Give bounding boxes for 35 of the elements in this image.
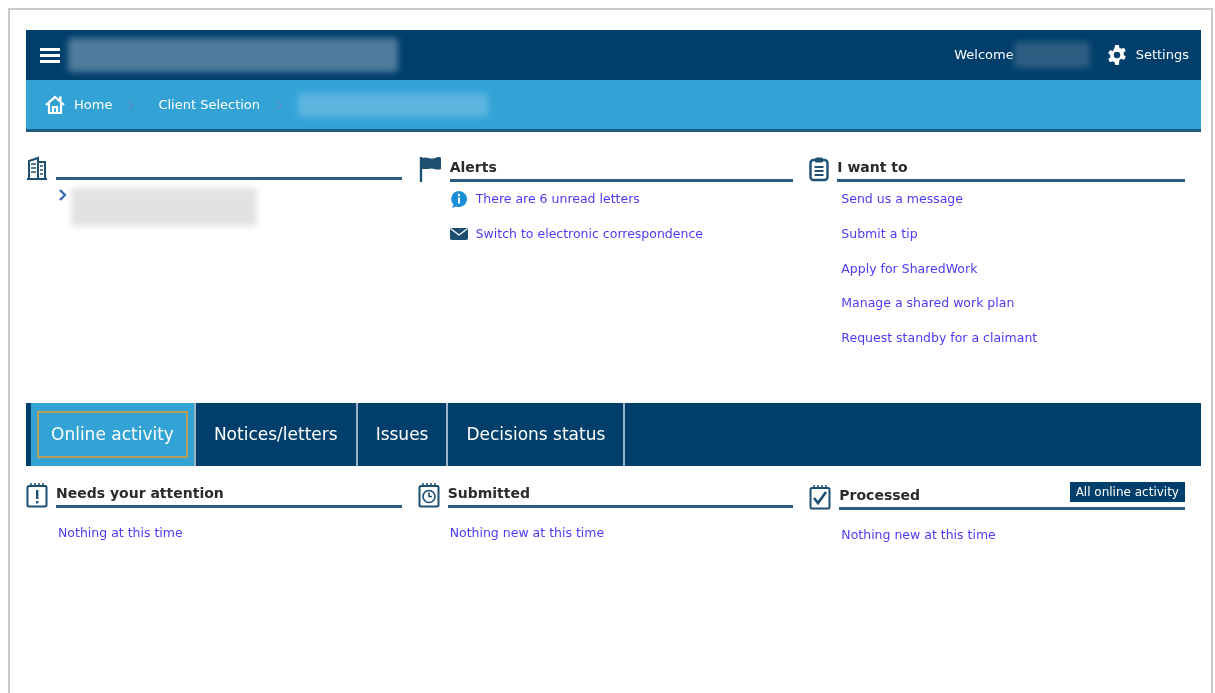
chevron-icon [128, 100, 135, 110]
checkmark-calendar-icon [809, 484, 832, 510]
action-link[interactable]: Switch to electronic correspondence [475, 224, 703, 244]
action-link[interactable]: Apply for SharedWork [841, 259, 978, 279]
flag-icon [417, 156, 442, 182]
tab[interactable]: Issues [357, 403, 449, 466]
section-title: Processed [839, 486, 921, 505]
section-title: Needs your attention [56, 484, 224, 503]
menu-icon[interactable] [40, 47, 60, 63]
envelope-icon [449, 228, 468, 241]
clipboard-icon [809, 156, 830, 182]
empty-message: Nothing at this time [57, 524, 184, 542]
info-icon [449, 190, 468, 209]
exclamation-calendar-icon [26, 482, 48, 508]
action-link[interactable]: Manage a shared work plan [841, 294, 1015, 313]
action-link[interactable]: Submit a tip [841, 224, 918, 244]
section-title: Submitted [447, 484, 530, 503]
action-link[interactable]: Request standby for a claimant [841, 329, 1038, 348]
all-activity-button[interactable]: All online activity [1069, 482, 1185, 502]
action-link[interactable]: There are 6 unread letters [475, 190, 640, 209]
section-title: Alerts [449, 157, 794, 182]
clock-calendar-icon [417, 482, 440, 508]
section-title: I want to [837, 157, 1185, 182]
building-icon [26, 156, 48, 180]
tab[interactable]: Notices/letters [195, 403, 358, 466]
chevron-icon [276, 100, 283, 110]
welcome-text: Welcome [954, 46, 1014, 65]
settings-link[interactable]: Settings [1105, 44, 1189, 66]
action-link[interactable]: Send us a message [841, 190, 963, 209]
empty-message: Nothing new at this time [840, 526, 997, 544]
tab[interactable]: Decisions status [448, 403, 626, 466]
settings-icon [1105, 44, 1128, 66]
home-icon [44, 94, 66, 115]
empty-message: Nothing new at this time [448, 524, 606, 542]
chevron-icon[interactable] [58, 188, 67, 202]
